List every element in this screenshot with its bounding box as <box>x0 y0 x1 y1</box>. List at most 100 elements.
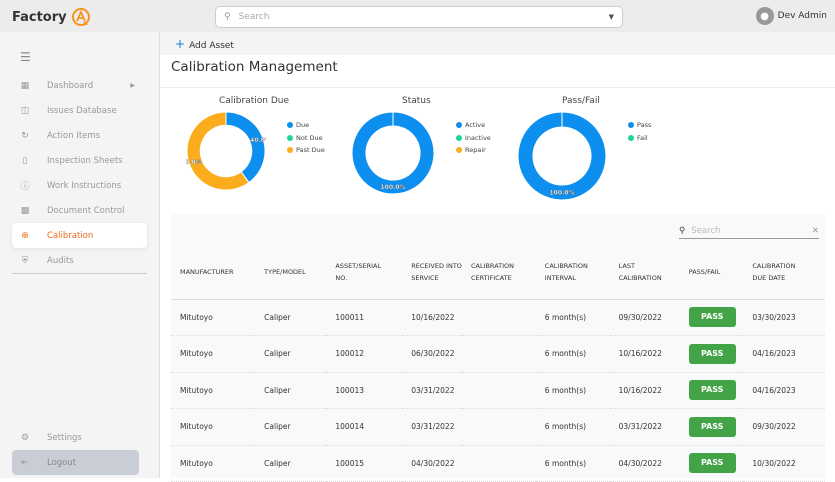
table-cell: 10/16/2022 <box>609 335 680 373</box>
table-cell: 100015 <box>326 445 403 482</box>
table-cell <box>461 408 536 446</box>
table-cell: 04/16/2023 <box>743 372 825 409</box>
pass-badge[interactable]: PASS <box>688 380 736 401</box>
table-row[interactable]: Mitutoyo Caliper 100014 03/31/2022 6 month(s… <box>171 408 825 446</box>
data-label: 60.0% <box>186 159 202 166</box>
add-asset-label: Add Asset <box>189 40 234 51</box>
sidebar-item-label: Logout <box>47 457 77 468</box>
refresh-icon: ↻ <box>21 130 29 141</box>
table-cell: 6 month(s) <box>535 445 610 482</box>
plus-icon: + <box>175 36 186 51</box>
donut-slice-pass[interactable] <box>517 111 607 201</box>
column-header[interactable]: CALIBRATION DUE DATE <box>743 246 825 300</box>
search-icon: ⚲ <box>224 12 231 22</box>
data-label: 100.0% <box>381 184 406 191</box>
grid-icon: ▦ <box>20 80 30 91</box>
sidebar-item-action-items[interactable]: ↻ Action Items <box>12 123 147 148</box>
table-search-input[interactable]: ⚲ Search ✕ <box>679 224 819 239</box>
column-header[interactable]: CALIBRATION INTERVAL <box>535 246 610 300</box>
calibration-table: MANUFACTURER TYPE/MODEL ASSET/SERIAL NO. RE… <box>171 246 825 482</box>
table-cell: 10/16/2022 <box>402 299 462 336</box>
table-cell: Caliper <box>255 299 327 336</box>
table-cell: Mitutoyo <box>171 372 256 409</box>
status-donut: 100.0% <box>351 111 435 195</box>
table-cell: 100014 <box>326 408 403 446</box>
sidebar-item-label: Work Instructions <box>47 180 122 191</box>
sidebar-item-work-instructions[interactable]: ⓘ Work Instructions <box>12 173 147 198</box>
sidebar-item-audits[interactable]: ⛨ Audits <box>12 248 147 273</box>
logout-button[interactable]: ⇤ Logout <box>12 450 139 475</box>
table-row[interactable]: Mitutoyo Caliper 100012 06/30/2022 6 month(s… <box>171 335 825 373</box>
legend-item: Due <box>287 119 325 132</box>
logo-icon <box>71 8 90 26</box>
table-cell: Mitutoyo <box>171 299 256 336</box>
table-cell: 10/16/2022 <box>609 372 680 409</box>
column-header[interactable]: RECEIVED INTO SERVICE <box>402 246 462 300</box>
donut-slice-due[interactable] <box>225 111 266 184</box>
logo-text: Factory <box>12 9 67 25</box>
table-cell: 100012 <box>326 335 403 373</box>
search-placeholder: Search <box>238 12 270 22</box>
legend-item: Past Due <box>287 144 325 157</box>
chart-title-pass-fail: Pass/Fail <box>562 96 600 106</box>
table-header-row: MANUFACTURER TYPE/MODEL ASSET/SERIAL NO. RE… <box>171 246 825 300</box>
table-cell: 04/30/2022 <box>402 445 462 482</box>
donut-slice-active[interactable] <box>351 111 435 195</box>
table-cell: Mitutoyo <box>171 335 256 373</box>
sidebar-item-document-control[interactable]: ▩ Document Control <box>12 198 147 223</box>
column-header[interactable]: LAST CALIBRATION <box>609 246 680 300</box>
hamburger-menu-icon[interactable]: ☰ <box>20 50 31 64</box>
legend-pass-fail: Pass Fail <box>628 119 651 144</box>
table-row[interactable]: Mitutoyo Caliper 100015 04/30/2022 6 month(s… <box>171 445 825 482</box>
chevron-down-icon[interactable]: ▼ <box>609 13 614 21</box>
add-asset-button[interactable]: + Add Asset <box>175 37 234 51</box>
table-row[interactable]: Mitutoyo Caliper 100013 03/31/2022 6 month(s… <box>171 372 825 409</box>
user-menu[interactable]: ● Dev Admin <box>755 7 827 25</box>
sidebar-item-label: Issues Database <box>47 105 117 116</box>
table-cell: 06/30/2022 <box>402 335 462 373</box>
column-header[interactable]: TYPE/MODEL <box>255 246 327 300</box>
legend-item: Fail <box>628 132 651 145</box>
pass-badge[interactable]: PASS <box>688 343 736 364</box>
column-header[interactable]: PASS/FAIL <box>679 246 744 300</box>
logo[interactable]: Factory <box>12 7 91 27</box>
table-cell <box>461 372 536 409</box>
sidebar-item-issues-database[interactable]: ◫ Issues Database <box>12 98 147 123</box>
pass-badge[interactable]: PASS <box>688 416 736 437</box>
table-cell: 04/16/2023 <box>743 335 825 373</box>
column-header[interactable]: CALIBRATION CERTIFICATE <box>461 246 536 300</box>
table-cell: 100013 <box>326 372 403 409</box>
sidebar-item-label: Dashboard <box>47 80 94 91</box>
clear-icon[interactable]: ✕ <box>812 226 819 236</box>
table-cell: Caliper <box>255 445 327 482</box>
logout-icon: ⇤ <box>21 457 29 468</box>
database-icon: ◫ <box>20 105 30 116</box>
sidebar-item-calibration[interactable]: ⊕ Calibration <box>12 223 147 248</box>
legend-calibration-due: Due Not Due Past Due <box>287 119 325 157</box>
column-header[interactable]: ASSET/SERIAL NO. <box>326 246 403 300</box>
page-title: Calibration Management <box>171 59 338 75</box>
folder-icon: ▩ <box>20 205 30 216</box>
pass-badge[interactable]: PASS <box>688 453 736 474</box>
table-cell: Mitutoyo <box>171 408 256 446</box>
legend-item: Repair <box>456 144 491 157</box>
gear-icon: ⚙ <box>20 432 30 443</box>
table-row[interactable]: Mitutoyo Caliper 100011 10/16/2022 6 month(s… <box>171 299 825 336</box>
table-cell: Caliper <box>255 372 327 409</box>
search-placeholder: Search <box>691 226 721 236</box>
table-cell: 03/30/2023 <box>743 299 825 336</box>
sidebar-item-dashboard[interactable]: ▦ Dashboard ▶ <box>12 73 147 98</box>
table-cell: 04/30/2022 <box>609 445 680 482</box>
table-cell: PASS <box>679 372 744 409</box>
column-header[interactable]: MANUFACTURER <box>171 246 256 300</box>
sidebar-item-inspection-sheets[interactable]: ▯ Inspection Sheets <box>12 148 147 173</box>
global-search-input[interactable]: ⚲ Search ▼ <box>215 6 623 28</box>
pass-badge[interactable]: PASS <box>688 307 736 328</box>
divider <box>160 87 835 88</box>
data-label: 40.0% <box>250 137 266 144</box>
calibration-table-card: ⚲ Search ✕ MANUFACTURER TYPE/MODEL ASSET/SER… <box>171 214 825 482</box>
file-icon: ▯ <box>22 155 28 166</box>
table-cell: Mitutoyo <box>171 445 256 482</box>
crosshair-icon: ⊕ <box>21 230 29 241</box>
sidebar-item-settings[interactable]: ⚙ Settings <box>12 425 147 450</box>
